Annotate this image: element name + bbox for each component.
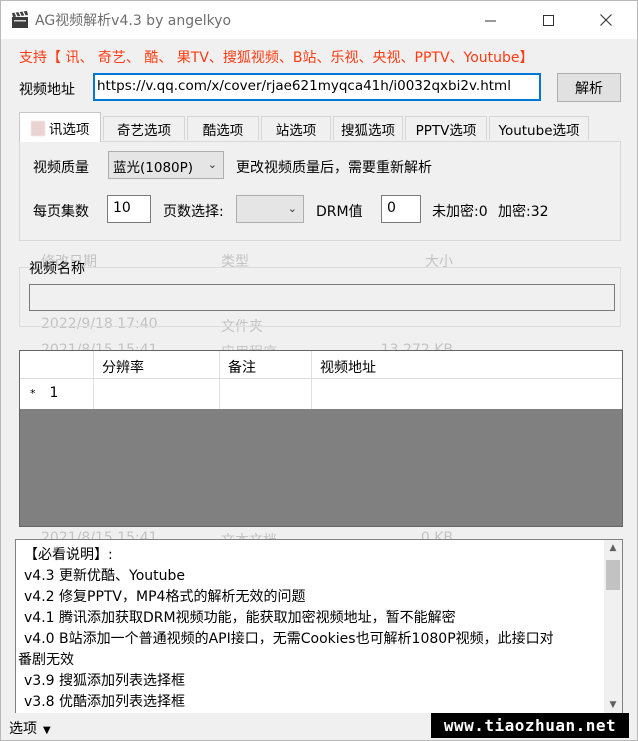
- quality-label: 视频质量: [33, 160, 89, 176]
- tab-sohu[interactable]: 搜狐选项: [333, 116, 403, 140]
- notes-line: v3.8 优酷添加列表选择框: [24, 694, 185, 710]
- notes-line: v4.2 修复PPTV，MP4格式的解析无效的问题: [24, 589, 306, 605]
- notes-line: v4.1 腾讯添加获取DRM视频功能，能获取加密视频地址，暂不能解密: [24, 610, 456, 626]
- tab-label: 酷选项: [202, 123, 244, 139]
- changelog-textbox[interactable]: 【必看说明】: v4.3 更新优酷、Youtube v4.2 修复PPTV，MP…: [15, 539, 623, 715]
- grid-header-note[interactable]: 备注: [220, 351, 312, 378]
- scroll-up-arrow-icon[interactable]: ▲: [604, 540, 622, 557]
- notes-scrollbar[interactable]: ▲ ▼: [604, 540, 622, 714]
- new-row-marker: *: [30, 387, 36, 400]
- redaction-mark: [30, 121, 45, 136]
- tab-label: 站选项: [275, 123, 317, 139]
- quality-select[interactable]: 蓝光(1080P) ⌄: [108, 151, 224, 179]
- url-label: 视频地址: [19, 82, 75, 98]
- scroll-thumb[interactable]: [606, 560, 620, 590]
- grid-header: 分辨率 备注 视频地址: [20, 351, 622, 379]
- supported-sites-text: 支持【 讯、 奇艺、 酷、 果TV、搜狐视频、B站、乐视、央视、PPTV、You…: [19, 50, 534, 66]
- options-menu[interactable]: 选项 ▼: [9, 718, 51, 738]
- unencrypted-count: 未加密:0: [432, 204, 488, 220]
- clapperboard-icon: [12, 11, 28, 28]
- video-name-field[interactable]: [29, 284, 615, 311]
- drm-input[interactable]: 0: [381, 195, 421, 223]
- maximize-button[interactable]: [525, 1, 571, 39]
- quality-select-value: 蓝光(1080P): [113, 160, 194, 176]
- tab-label: 讯选项: [44, 122, 90, 138]
- scroll-down-arrow-icon[interactable]: ▼: [604, 697, 622, 714]
- close-icon: [600, 14, 612, 26]
- tab-label: 搜狐选项: [341, 123, 395, 139]
- row-index-cell: * 1: [20, 379, 94, 409]
- app-window: AG视频解析v4.3 by angelkyo 支持【 讯、 奇艺、 酷、 果TV…: [0, 0, 638, 741]
- url-input[interactable]: https://v.qq.com/x/cover/rjae621myqca41h…: [93, 73, 541, 101]
- per-page-label: 每页集数: [33, 204, 89, 220]
- maximize-icon: [542, 14, 554, 26]
- tab-bilibili[interactable]: 站选项: [261, 116, 331, 140]
- parse-button[interactable]: 解析: [557, 73, 621, 102]
- tab-tencent[interactable]: 讯选项: [19, 112, 101, 142]
- quality-hint: 更改视频质量后，需要重新解析: [236, 160, 432, 176]
- tab-iqiyi[interactable]: 奇艺选项: [103, 116, 185, 140]
- episode-grid[interactable]: 分辨率 备注 视频地址 * 1: [19, 350, 623, 527]
- grid-header-resolution[interactable]: 分辨率: [94, 351, 220, 378]
- tab-pptv[interactable]: PPTV选项: [405, 116, 487, 140]
- options-label: 选项: [9, 721, 37, 737]
- drm-label: DRM值: [316, 204, 363, 220]
- status-bar: 选项 ▼ www.tiaozhuan.net: [1, 713, 637, 740]
- notes-line: v4.0 B站添加一个普通视频的API接口，无需Cookies也可解析1080P…: [24, 631, 554, 647]
- tab-label: Youtube选项: [498, 123, 580, 139]
- notes-line: 【必看说明】:: [24, 547, 113, 563]
- window-title: AG视频解析v4.3 by angelkyo: [35, 13, 232, 29]
- minimize-icon: [484, 20, 496, 21]
- row-url-cell[interactable]: [312, 379, 622, 409]
- minimize-button[interactable]: [467, 1, 513, 39]
- chevron-down-icon: ⌄: [287, 202, 297, 215]
- tab-youtube[interactable]: Youtube选项: [489, 116, 589, 140]
- notes-line: v4.3 更新优酷、Youtube: [24, 568, 185, 584]
- tab-youku[interactable]: 酷选项: [187, 116, 259, 140]
- tab-label: PPTV选项: [415, 123, 477, 139]
- grid-header-url[interactable]: 视频地址: [312, 351, 622, 378]
- tencent-options-panel: 视频质量 蓝光(1080P) ⌄ 更改视频质量后，需要重新解析 每页集数 10 …: [19, 141, 621, 241]
- notes-line: 番剧无效: [18, 652, 74, 668]
- title-bar[interactable]: AG视频解析v4.3 by angelkyo: [1, 1, 637, 39]
- table-row[interactable]: * 1: [20, 379, 622, 409]
- encrypted-count: 加密:32: [498, 204, 549, 220]
- grid-header-cell: [20, 351, 94, 378]
- tab-label: 奇艺选项: [117, 123, 171, 139]
- per-page-input[interactable]: 10: [107, 195, 151, 223]
- chevron-down-icon: ⌄: [207, 158, 217, 171]
- row-index: 1: [49, 385, 59, 401]
- page-select[interactable]: ⌄: [236, 195, 304, 223]
- page-select-label: 页数选择:: [163, 204, 224, 220]
- caret-down-icon: ▼: [43, 725, 51, 736]
- notes-line: v3.9 搜狐添加列表选择框: [24, 673, 185, 689]
- row-resolution-cell[interactable]: [94, 379, 220, 409]
- close-button[interactable]: [583, 1, 629, 39]
- watermark: www.tiaozhuan.net: [431, 713, 629, 738]
- row-note-cell[interactable]: [220, 379, 312, 409]
- video-name-label: 视频名称: [29, 261, 85, 277]
